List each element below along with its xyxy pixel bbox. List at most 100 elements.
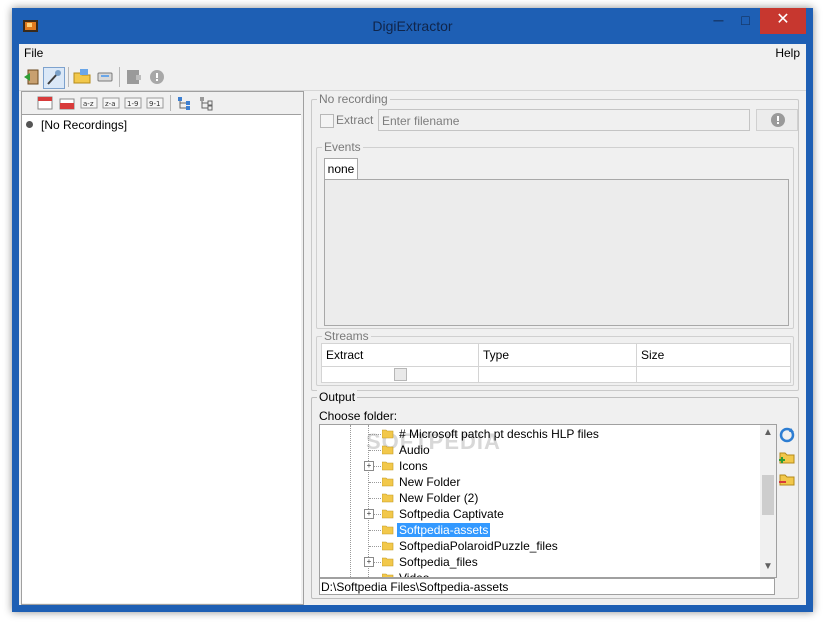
sort-91-icon[interactable]: 9-1 (146, 95, 164, 111)
streams-group: Streams Extract Type Size (316, 329, 794, 386)
tree-row[interactable]: Video (320, 570, 760, 577)
new-folder-icon[interactable] (778, 448, 796, 466)
extract-label: Extract (336, 113, 374, 127)
open-folder-icon[interactable] (72, 67, 92, 87)
expand-tree-icon[interactable] (176, 95, 194, 111)
details-pane: No recording Extract Enter filename Even… (305, 91, 805, 603)
info-button[interactable] (756, 109, 798, 131)
folder-icon (381, 460, 394, 471)
folder-icon (381, 524, 394, 535)
client-area: File Help a-z z-a 1-9 9-1 [No Recordings… (19, 44, 806, 605)
path-field[interactable]: D:\Softpedia Files\Softpedia-assets (319, 578, 775, 595)
folder-icon (381, 540, 394, 551)
recordings-list[interactable]: [No Recordings] (22, 114, 301, 603)
menu-bar: File Help (19, 44, 806, 64)
expand-icon[interactable]: + (364, 461, 374, 471)
scroll-up-icon[interactable]: ▲ (763, 427, 773, 438)
tree-label: Softpedia-assets (397, 523, 491, 537)
sort-19-icon[interactable]: 1-9 (124, 95, 142, 111)
events-panel (324, 179, 789, 326)
tree-label: SoftpediaPolaroidPuzzle_files (399, 539, 558, 553)
svg-text:a-z: a-z (83, 100, 94, 108)
tree-row[interactable]: + Icons (320, 458, 760, 474)
scroll-down-icon[interactable]: ▼ (763, 561, 773, 572)
collapse-tree-icon[interactable] (198, 95, 216, 111)
recording-label: [No Recordings] (41, 118, 128, 132)
sort-za-icon[interactable]: z-a (102, 95, 120, 111)
minimize-button[interactable]: ─ (705, 8, 732, 34)
tree-label: Softpedia_files (399, 555, 478, 569)
menu-help[interactable]: Help (775, 46, 800, 60)
app-window: DigiExtractor ─ □ ✕ File Help a-z z-a 1-… (12, 8, 813, 612)
folder-icon (381, 508, 394, 519)
expand-icon[interactable]: + (364, 557, 374, 567)
tree-row[interactable]: New Folder (2) (320, 490, 760, 506)
delete-folder-icon[interactable] (778, 470, 796, 488)
extract-checkbox[interactable] (320, 114, 334, 128)
column-extract[interactable]: Extract (322, 344, 479, 366)
events-legend: Events (322, 140, 363, 154)
choose-folder-label: Choose folder: (319, 409, 398, 423)
window-title: DigiExtractor (372, 18, 453, 34)
table-row[interactable] (321, 367, 791, 383)
folder-icon (381, 492, 394, 503)
calendar-red-icon[interactable] (58, 95, 76, 111)
folder-icon (381, 444, 394, 455)
stream-extract-checkbox[interactable] (394, 368, 407, 381)
list-item[interactable]: [No Recordings] (26, 118, 127, 132)
folder-icon (381, 476, 394, 487)
extract-cell (322, 367, 479, 382)
tree-row[interactable]: + Softpedia Captivate (320, 506, 760, 522)
menu-file[interactable]: File (24, 46, 43, 60)
svg-text:1-9: 1-9 (127, 100, 138, 108)
scroll-thumb[interactable] (762, 475, 774, 515)
tree-label: Icons (399, 459, 428, 473)
title-bar[interactable]: DigiExtractor ─ □ ✕ (12, 8, 813, 44)
alert-icon (771, 113, 785, 127)
tree-label: New Folder (2) (399, 491, 479, 505)
filename-input[interactable]: Enter filename (378, 109, 750, 131)
recording-group: No recording Extract Enter filename Even… (311, 92, 799, 391)
exit-icon[interactable] (22, 67, 42, 87)
tree-label: Softpedia Captivate (399, 507, 504, 521)
sort-az-icon[interactable]: a-z (80, 95, 98, 111)
info-icon[interactable] (147, 67, 167, 87)
tree-row[interactable]: # Microsoft patch pt deschis HLP files (320, 426, 760, 442)
maximize-button[interactable]: □ (732, 8, 759, 34)
events-group: Events none (316, 140, 794, 329)
size-cell (637, 367, 790, 382)
svg-text:z-a: z-a (105, 100, 116, 108)
output-group: Output Choose folder: SOFTPEDIA # Micros… (311, 390, 799, 599)
expand-icon[interactable]: + (364, 509, 374, 519)
close-button[interactable]: ✕ (760, 8, 806, 34)
main-toolbar (19, 64, 806, 91)
streams-legend: Streams (322, 329, 371, 343)
disk-icon[interactable] (95, 67, 115, 87)
record-icon[interactable] (124, 67, 144, 87)
tree-label: # Microsoft patch pt deschis HLP files (399, 427, 599, 441)
svg-text:9-1: 9-1 (149, 100, 160, 108)
tree-row[interactable]: SoftpediaPolaroidPuzzle_files (320, 538, 760, 554)
folder-icon (381, 428, 394, 439)
type-cell (479, 367, 637, 382)
tree-label: New Folder (399, 475, 461, 489)
calendar-icon[interactable] (36, 95, 54, 111)
folder-tree[interactable]: SOFTPEDIA # Microsoft patch pt deschis H… (319, 424, 777, 578)
recordings-toolbar: a-z z-a 1-9 9-1 (22, 92, 303, 114)
column-size[interactable]: Size (637, 344, 790, 366)
recordings-pane: a-z z-a 1-9 9-1 [No Recordings] (21, 91, 304, 605)
output-legend: Output (317, 390, 358, 404)
settings-icon[interactable] (43, 67, 65, 89)
vertical-scrollbar[interactable]: ▲ ▼ (760, 425, 776, 577)
tree-row[interactable]: Softpedia-assets (320, 522, 760, 538)
column-type[interactable]: Type (479, 344, 637, 366)
tree-row[interactable]: + Softpedia_files (320, 554, 760, 570)
recording-legend: No recording (317, 92, 390, 106)
streams-header: Extract Type Size (321, 343, 791, 367)
tree-label: Audio (399, 443, 430, 457)
tree-row[interactable]: Audio (320, 442, 760, 458)
folder-icon (381, 556, 394, 567)
tab-none[interactable]: none (324, 158, 358, 180)
tree-row[interactable]: New Folder (320, 474, 760, 490)
refresh-icon[interactable] (778, 426, 796, 444)
